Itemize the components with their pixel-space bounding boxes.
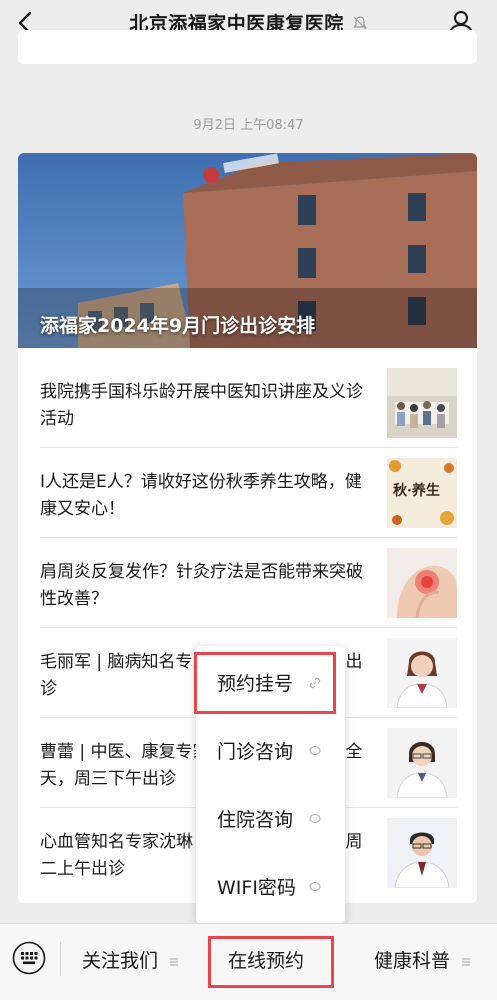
chat-icon — [309, 745, 321, 756]
menu-item-label: 住院咨询 — [217, 809, 294, 831]
bottom-bar-divider — [60, 942, 61, 976]
submenu-icon — [170, 958, 179, 965]
chat-icon — [309, 881, 321, 892]
article-item[interactable]: 我院携手国科乐龄开展中医知识讲座及义诊活动 — [18, 358, 477, 448]
message-timestamp: 9月2日 上午08:47 — [193, 118, 304, 133]
menu-follow-us-label: 关注我们 — [82, 950, 159, 972]
menu-follow-us[interactable]: 关注我们 — [82, 946, 179, 973]
article-title: I人还是E人？请收好这份秋季养生攻略，健康又安心！ — [40, 472, 362, 519]
article-item[interactable]: I人还是E人？请收好这份秋季养生攻略，健康又安心！ 秋·养生 — [18, 448, 477, 538]
menu-item-wifi-password[interactable]: WIFI密码 — [196, 852, 345, 920]
lecture-photo-thumbnail — [387, 368, 457, 438]
submenu-icon — [462, 958, 471, 965]
shoulder-pain-thumbnail — [387, 548, 457, 618]
autumn-health-thumbnail: 秋·养生 — [387, 458, 457, 528]
hero-title: 添福家2024年9月门诊出诊安排 — [40, 315, 316, 337]
menu-item-label: 门诊咨询 — [217, 741, 294, 763]
doctor-portrait-thumbnail — [387, 818, 457, 888]
appointment-highlight-box — [194, 652, 336, 714]
previous-message-card[interactable] — [18, 30, 477, 64]
doctor-portrait-thumbnail — [387, 728, 457, 798]
doctor-portrait-thumbnail — [387, 638, 457, 708]
menu-item-inpatient-consult[interactable]: 住院咨询 — [196, 784, 345, 852]
article-title: 我院携手国科乐龄开展中医知识讲座及义诊活动 — [40, 382, 363, 429]
autumn-health-thumb-text: 秋·养生 — [393, 483, 440, 499]
menu-health-education-label: 健康科普 — [374, 950, 451, 972]
menu-item-label: WIFI密码 — [217, 877, 296, 899]
chat-icon — [309, 813, 321, 824]
mute-bell-icon — [353, 15, 367, 29]
article-item[interactable]: 肩周炎反复发作？针灸疗法是否能带来突破性改善？ — [18, 538, 477, 628]
menu-health-education[interactable]: 健康科普 — [374, 946, 471, 973]
keyboard-icon[interactable] — [12, 941, 46, 975]
article-title: 肩周炎反复发作？针灸疗法是否能带来突破性改善？ — [40, 562, 363, 609]
online-booking-highlight-box — [208, 936, 334, 988]
menu-item-outpatient-consult[interactable]: 门诊咨询 — [196, 716, 345, 784]
hero-article[interactable]: 添福家2024年9月门诊出诊安排 — [18, 153, 477, 348]
